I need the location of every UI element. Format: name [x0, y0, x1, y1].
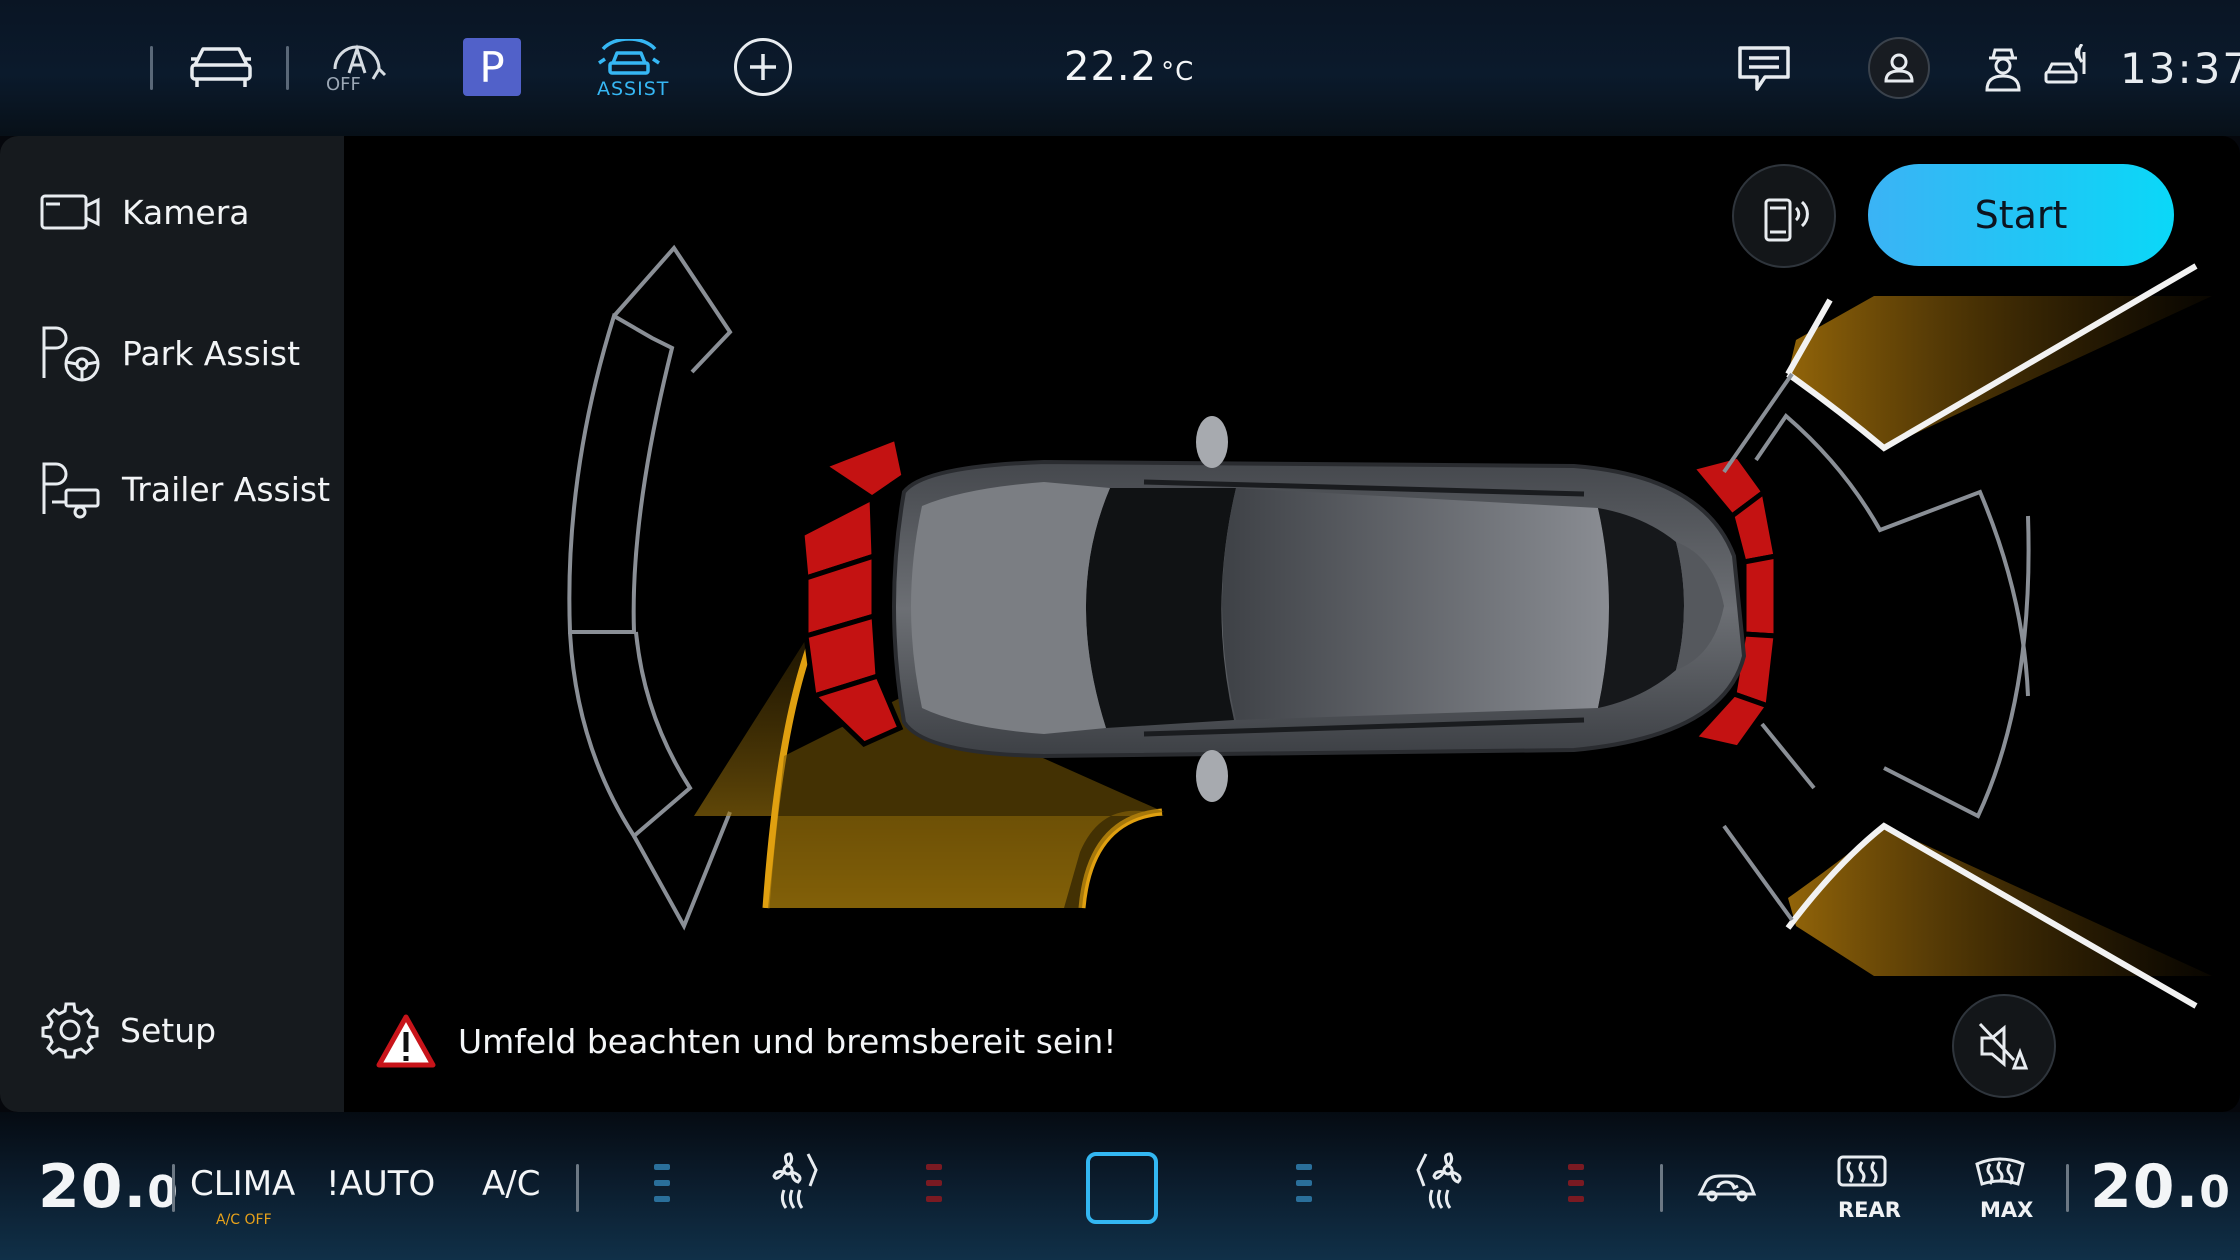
separator	[2066, 1164, 2069, 1212]
auto-hold-label: OFF	[326, 74, 361, 95]
camera-icon	[40, 194, 100, 230]
clima-button[interactable]: CLIMA	[190, 1164, 295, 1204]
right-temperature[interactable]: 20.0	[2090, 1152, 2231, 1222]
parking-button[interactable]: P	[463, 38, 521, 96]
rear-near-segment	[818, 434, 907, 502]
rear-near-zone	[799, 434, 907, 747]
rear-defrost-icon[interactable]	[1836, 1154, 1888, 1192]
mute-button[interactable]	[1952, 994, 2056, 1098]
sidebar-item-setup[interactable]: Setup	[40, 1000, 216, 1060]
separator	[576, 1164, 579, 1212]
warning-text: Umfeld beachten und bremsbereit sein!	[458, 1021, 1117, 1061]
rear-zone-bottom	[568, 631, 693, 840]
front-near-segment	[1741, 552, 1779, 639]
main-panel: Kamera Park Assist Trailer Assist Setup	[0, 136, 2240, 1112]
status-bar: OFF P ASSIST 22.2 °C 13:37	[0, 0, 2240, 136]
assist-icon[interactable]	[594, 38, 664, 78]
sidebar-item-kamera[interactable]: Kamera	[40, 192, 250, 232]
sidebar-item-label: Park Assist	[122, 333, 301, 373]
profile-icon[interactable]	[1868, 37, 1930, 99]
cabin-temperature: 22.2 °C	[1064, 44, 1194, 90]
separator	[1660, 1164, 1663, 1212]
park-assist-icon	[42, 326, 100, 382]
sidebar-item-label: Trailer Assist	[122, 469, 331, 509]
left-fan-level	[654, 1164, 670, 1202]
warning-icon	[376, 1014, 436, 1068]
rear-defrost-label: REAR	[1838, 1198, 1901, 1222]
roof	[1222, 488, 1609, 720]
front-zone-bottom-line	[1722, 824, 1794, 922]
front-zone-top	[1754, 413, 2030, 697]
front-wedge-bottom	[1788, 826, 2212, 976]
right-seat-heat-level	[1568, 1164, 1584, 1202]
gear-icon	[41, 1002, 99, 1059]
rear-trunk	[911, 482, 1110, 734]
home-button[interactable]	[1086, 1152, 1158, 1224]
clock: 13:37	[2120, 44, 2240, 93]
phone-remote-icon	[1764, 198, 1809, 242]
recirculation-icon[interactable]	[1696, 1168, 1758, 1208]
auto-button[interactable]: !AUTO	[326, 1164, 435, 1204]
apps-grid-icon[interactable]	[32, 47, 122, 89]
max-defrost-label: MAX	[1980, 1198, 2034, 1222]
mirror-left	[1196, 416, 1228, 468]
rear-window	[1085, 488, 1236, 728]
temperature-value: 22.2	[1064, 44, 1158, 90]
add-icon[interactable]	[734, 38, 792, 96]
park-distance-view	[567, 244, 2212, 1009]
rear-zone-bottom-tip	[632, 811, 732, 931]
sidebar-item-trailer-assist[interactable]: Trailer Assist	[40, 458, 330, 520]
seat-fan-left-icon[interactable]	[770, 1150, 826, 1214]
driver-icon[interactable]	[1982, 46, 2024, 92]
mirror-right	[1196, 750, 1228, 802]
sidebar: Kamera Park Assist Trailer Assist Setup	[0, 136, 344, 1112]
sidebar-item-label: Setup	[120, 1010, 217, 1050]
mute-icon	[1978, 1022, 2029, 1070]
connectivity-icon[interactable]	[2044, 44, 2088, 92]
rear-sensor-zones	[567, 244, 733, 931]
message-icon[interactable]	[1736, 44, 1792, 94]
ac-status: A/C OFF	[216, 1212, 272, 1228]
max-defrost-icon[interactable]	[1974, 1154, 2026, 1192]
car-icon[interactable]	[186, 36, 256, 96]
sidebar-item-park-assist[interactable]: Park Assist	[40, 322, 300, 384]
left-seat-heat-level	[926, 1164, 942, 1202]
front-sensor-zones	[1754, 413, 2031, 819]
separator	[172, 1164, 175, 1212]
right-fan-level	[1296, 1164, 1312, 1202]
warning-banner: Umfeld beachten und bremsbereit sein!	[376, 1014, 1117, 1068]
ac-button[interactable]: A/C	[482, 1164, 540, 1204]
right-temp-dec: 0	[2199, 1167, 2231, 1218]
vehicle-top-view	[892, 416, 1747, 802]
left-temp-int: 20.	[38, 1152, 148, 1222]
right-temp-int: 20.	[2090, 1152, 2200, 1222]
left-temperature[interactable]: 20.0	[38, 1152, 179, 1222]
front-zone-bottom-tip	[1760, 722, 1816, 790]
assist-label: ASSIST	[597, 78, 670, 100]
rear-zone-top	[567, 313, 675, 634]
start-button[interactable]: Start	[1868, 164, 2174, 266]
separator	[150, 46, 153, 90]
sidebar-item-label: Kamera	[122, 192, 250, 232]
trailer-assist-icon	[42, 462, 100, 519]
remote-parking-button[interactable]	[1732, 164, 1836, 268]
temperature-unit: °C	[1161, 57, 1195, 87]
separator	[286, 46, 289, 90]
seat-fan-right-icon[interactable]	[1412, 1150, 1468, 1214]
climate-bar: 20.0 CLIMA A/C OFF !AUTO A/C REAR MAX 20…	[0, 1112, 2240, 1260]
